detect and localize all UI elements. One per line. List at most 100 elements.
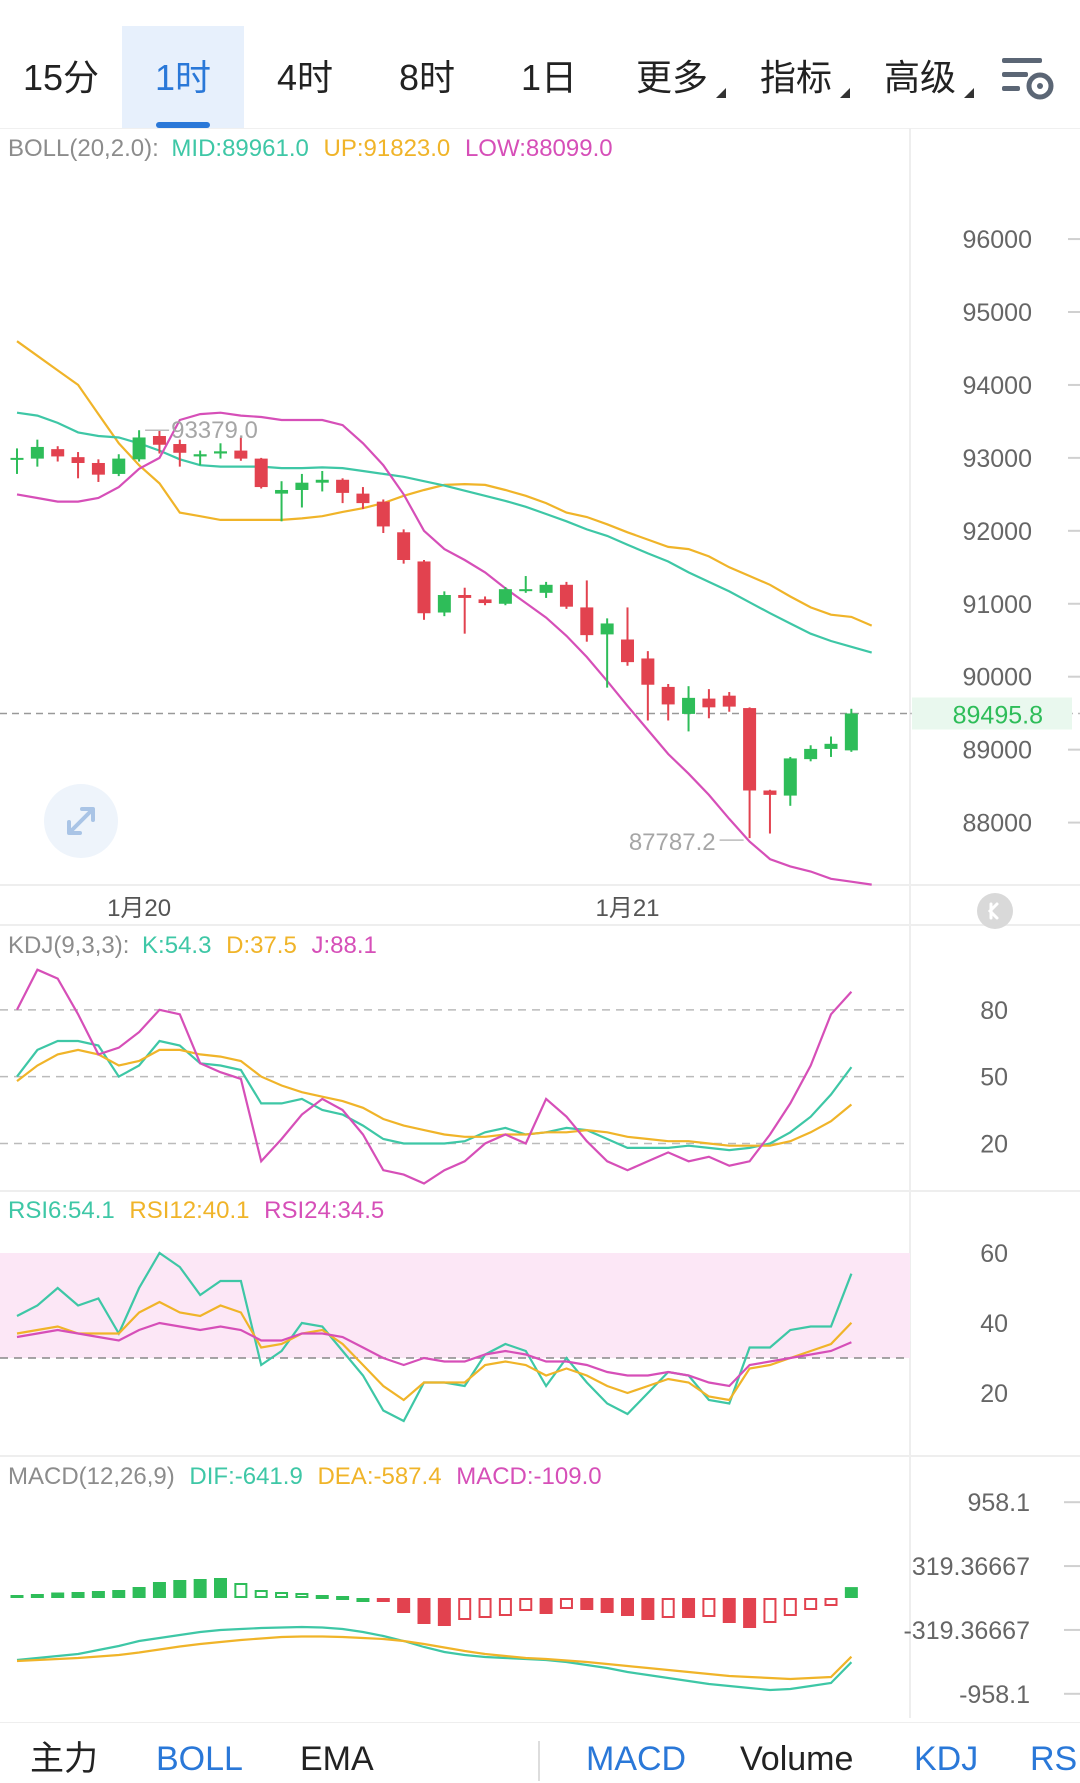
macd-bar [703, 1599, 714, 1616]
macd-bar [317, 1596, 328, 1598]
candles [11, 430, 858, 838]
kdj-k: K:54.3 [142, 932, 211, 959]
y-tick-label: 90000 [962, 664, 1032, 692]
indicator-boll[interactable]: BOLL [156, 1739, 243, 1779]
tab-advanced[interactable]: 高级 [880, 26, 960, 128]
tab-1day[interactable]: 1日 [488, 26, 610, 128]
boll-low-line [17, 413, 872, 885]
candle-body [92, 463, 105, 475]
macd-bar [31, 1594, 44, 1598]
candle-body [560, 585, 573, 607]
macd-bar [764, 1599, 775, 1622]
boll-up: UP:91823.0 [324, 135, 451, 162]
indicator-kdj[interactable]: KDJ [914, 1739, 978, 1779]
tab-label: 15分 [23, 57, 99, 98]
macd-bar [785, 1599, 796, 1615]
chart-settings-icon[interactable] [1000, 52, 1056, 102]
tab-15min[interactable]: 15分 [0, 26, 122, 128]
indicator-volume[interactable]: Volume [740, 1739, 853, 1779]
price-annotations: 93379.087787.2 [145, 417, 744, 856]
macd-bar [500, 1599, 511, 1615]
candle-body [31, 447, 44, 459]
tab-label: 8时 [399, 57, 455, 98]
candle-body [825, 744, 838, 749]
candle-body [499, 589, 512, 604]
rsi24: RSI24:34.5 [264, 1197, 384, 1224]
macd-bar [133, 1587, 146, 1598]
expand-arrows-icon [44, 784, 118, 858]
candle-body [194, 454, 207, 456]
candle-body [295, 483, 308, 490]
macd-bar [580, 1598, 593, 1610]
macd-bar [377, 1598, 390, 1602]
y-tick-label: 91000 [962, 591, 1032, 619]
candle-body [336, 480, 349, 493]
y-tick-label: 40 [980, 1310, 1008, 1338]
price-chart[interactable]: 9600095000940009300092000910009000089000… [0, 128, 1080, 1718]
kdj-d: D:37.5 [226, 932, 297, 959]
rsi-band [0, 1253, 910, 1358]
expand-button[interactable] [44, 784, 118, 858]
macd-dea: DEA:-587.4 [317, 1463, 441, 1490]
macd-bar [235, 1584, 246, 1597]
macd-dif: DIF:-641.9 [189, 1463, 302, 1490]
macd-bar [92, 1591, 105, 1598]
candle-body [702, 699, 715, 708]
candle-body [479, 599, 492, 603]
macd-bar [540, 1598, 553, 1614]
candle-body [356, 494, 369, 503]
candle-body [418, 561, 431, 613]
indicator-ema[interactable]: EMA [300, 1739, 374, 1779]
high-annotation: 93379.0 [171, 417, 258, 444]
collapse-button[interactable] [977, 893, 1013, 929]
candle-body [153, 436, 166, 445]
candle-body [112, 459, 125, 474]
y-tick-label: 95000 [962, 299, 1032, 327]
dropdown-triangle-icon [840, 88, 850, 98]
indicator-main[interactable]: 主力 [30, 1739, 98, 1779]
macd-bar [520, 1599, 531, 1610]
tab-label: 高级 [884, 57, 956, 98]
indicator-bar: 主力 BOLL EMA MACD Volume KDJ RSI [0, 1722, 1080, 1783]
dea-line [17, 1637, 851, 1680]
candle-body [397, 532, 410, 560]
tab-1hour[interactable]: 1时 [122, 26, 244, 128]
candle-body [621, 640, 634, 663]
macd-bar [621, 1598, 634, 1616]
tab-label: 4时 [277, 57, 333, 98]
macd-bar [601, 1598, 614, 1613]
macd-bar [296, 1594, 307, 1597]
x-tick-label: 1月20 [107, 895, 171, 922]
x-tick-label: 1月21 [595, 895, 659, 922]
indicator-rsi[interactable]: RSI [1030, 1739, 1080, 1779]
rsi12: RSI12:40.1 [129, 1197, 249, 1224]
candle-body [438, 595, 451, 613]
tab-indicators[interactable]: 指标 [756, 26, 836, 128]
macd-bar [641, 1598, 654, 1620]
tab-8hour[interactable]: 8时 [366, 26, 488, 128]
y-tick-label: 60 [980, 1240, 1008, 1268]
macd-bar [723, 1598, 736, 1623]
candle-body [743, 708, 756, 790]
macd-bar [682, 1598, 695, 1618]
macd-bar [480, 1599, 491, 1617]
y-tick-label: 89000 [962, 737, 1032, 765]
tab-more[interactable]: 更多 [632, 26, 712, 128]
macd-bar [397, 1598, 410, 1613]
candle-body [275, 490, 288, 494]
candle-body [784, 758, 797, 795]
candle-body [173, 444, 186, 453]
rsi6: RSI6:54.1 [8, 1197, 115, 1224]
tab-label: 1日 [521, 57, 577, 98]
candle-body [51, 449, 64, 456]
tab-4hour[interactable]: 4时 [244, 26, 366, 128]
kdj-j: J:88.1 [312, 932, 377, 959]
candle-body [662, 687, 675, 705]
y-tick-label: 20 [980, 1130, 1008, 1158]
boll-legend: BOLL(20,2.0): MID:89961.0 UP:91823.0 LOW… [8, 135, 613, 162]
indicator-macd[interactable]: MACD [586, 1739, 686, 1779]
dif-line [17, 1627, 851, 1690]
candle-body [255, 459, 268, 487]
y-tick-label: 20 [980, 1380, 1008, 1408]
candle-body [682, 698, 695, 714]
